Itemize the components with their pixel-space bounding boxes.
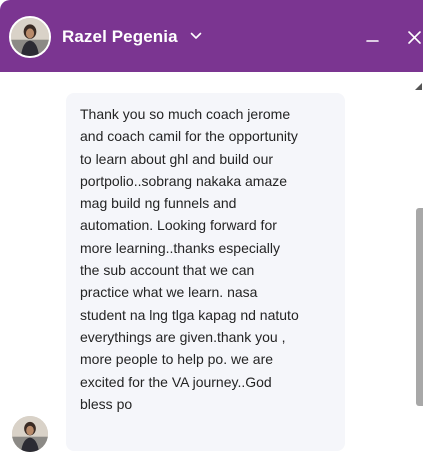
close-icon[interactable]	[404, 27, 423, 47]
chevron-down-icon[interactable]	[189, 29, 203, 43]
minimize-icon[interactable]	[362, 26, 384, 48]
chat-header: Razel Pegenia	[0, 0, 423, 72]
message-bubble: Thank you so much coach jerome and coach…	[66, 93, 345, 451]
sender-avatar	[10, 414, 50, 453]
contact-avatar[interactable]	[9, 16, 51, 58]
message-list[interactable]: Thank you so much coach jerome and coach…	[0, 72, 423, 453]
message-text: Thank you so much coach jerome and coach…	[80, 106, 299, 412]
contact-name[interactable]: Razel Pegenia	[62, 27, 178, 47]
chat-window: Razel Pegenia Thank you so much coach je…	[0, 0, 423, 453]
scroll-up-arrow-icon[interactable]	[413, 82, 423, 92]
avatar-photo	[11, 18, 49, 56]
scrollbar-thumb[interactable]	[416, 208, 423, 406]
avatar-photo	[12, 416, 48, 452]
